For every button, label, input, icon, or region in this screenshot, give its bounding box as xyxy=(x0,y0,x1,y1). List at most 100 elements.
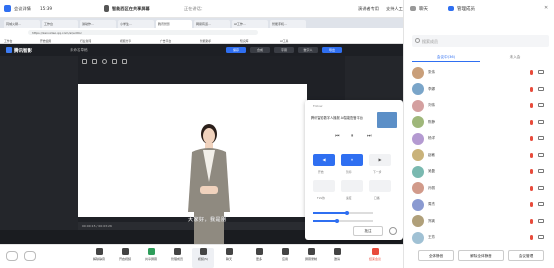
camera-icon[interactable] xyxy=(538,218,544,223)
mic-muted-icon[interactable] xyxy=(530,70,533,75)
apps-button[interactable]: 应用 xyxy=(274,248,296,268)
browser-tab[interactable]: 同城火锅… xyxy=(4,20,40,28)
tab-chat[interactable]: 聊天 xyxy=(419,6,428,12)
expand-tool-icon[interactable] xyxy=(122,59,127,64)
bookmark-item[interactable]: 知识库 xyxy=(240,39,248,43)
next-icon[interactable]: ⏭ xyxy=(367,133,372,139)
member-row[interactable]: 赵敏 xyxy=(412,147,549,164)
more-button[interactable]: 更多 xyxy=(248,248,270,268)
mute-all-button[interactable]: 全体静音 xyxy=(418,250,454,261)
browser-tab[interactable]: 网易有道… xyxy=(194,20,230,28)
member-row[interactable]: 杨洋 xyxy=(412,130,549,147)
compose-button[interactable]: 合成 xyxy=(250,47,270,53)
member-row[interactable]: 张伟 xyxy=(412,64,549,81)
camera-icon[interactable] xyxy=(538,70,544,74)
bookmark-item[interactable]: AI工具 xyxy=(280,39,288,43)
bookmark-item[interactable]: 广告平台 xyxy=(160,39,171,43)
popup-option-button[interactable] xyxy=(341,180,363,192)
digital-human-button[interactable]: 数字人 xyxy=(298,47,318,53)
member-row[interactable]: 孙丽 xyxy=(412,180,549,197)
annotate-button[interactable]: 批注 xyxy=(353,226,383,236)
member-row[interactable]: 刘伟 xyxy=(412,97,549,114)
volume-slider[interactable] xyxy=(313,210,373,215)
mic-muted-icon[interactable] xyxy=(530,202,533,207)
tab-members[interactable]: 管理成员 xyxy=(457,6,475,12)
close-icon[interactable]: ✕ xyxy=(544,5,548,11)
browser-tab[interactable]: AI工作… xyxy=(232,20,268,28)
mic-muted-icon[interactable] xyxy=(530,119,533,125)
camera-icon[interactable] xyxy=(538,169,544,173)
tab-not-joined[interactable]: 未入会 xyxy=(481,52,549,62)
camera-icon[interactable] xyxy=(538,202,544,206)
crop-tool-icon[interactable] xyxy=(92,59,97,64)
browser-tab[interactable]: 小学生… xyxy=(118,20,154,28)
pause-icon[interactable]: ⏸ xyxy=(351,133,354,139)
popup-option-button[interactable] xyxy=(313,180,335,192)
member-row[interactable]: 王芳 xyxy=(412,229,549,246)
member-row[interactable]: 周杰 xyxy=(412,196,549,213)
browser-tab[interactable]: 工作台 xyxy=(42,20,78,28)
popup-pause-button[interactable]: ⏸ xyxy=(341,154,363,166)
manage-members-button[interactable]: 管理成员 xyxy=(166,248,188,268)
unmute-all-button[interactable]: 解除全体静音 xyxy=(458,250,504,261)
end-meeting-button[interactable]: 结束会议 xyxy=(364,248,386,268)
select-tool-icon[interactable] xyxy=(82,59,87,64)
mic-muted-icon[interactable] xyxy=(530,185,533,191)
member-row[interactable]: 郑爽 xyxy=(412,213,549,230)
browser-tab[interactable]: 智能手机… xyxy=(270,20,306,28)
popup-option-button[interactable] xyxy=(369,180,391,192)
bookmark-item[interactable]: 工作台 xyxy=(4,39,12,43)
camera-icon[interactable] xyxy=(538,152,544,157)
popup-small-label: 口播 xyxy=(374,196,380,200)
member-search-input[interactable]: 搜索成员 xyxy=(412,35,549,47)
camera-device-icon[interactable] xyxy=(24,251,36,261)
meeting-logo-icon xyxy=(4,5,11,12)
bookmark-item[interactable]: 行业新闻 xyxy=(80,39,91,43)
export-button[interactable]: 导出 xyxy=(322,47,342,53)
speed-slider[interactable] xyxy=(313,218,373,223)
share-screen-button[interactable]: 共享屏幕 xyxy=(140,248,162,268)
browser-tab-active[interactable]: 腾讯智影 xyxy=(156,20,192,28)
save-button[interactable]: 保存 xyxy=(226,47,246,53)
member-row[interactable]: 吴磊 xyxy=(412,163,549,180)
record-icon xyxy=(307,248,315,255)
chat-button[interactable]: 聊天 xyxy=(218,248,240,268)
audio-device-icon[interactable] xyxy=(6,251,18,261)
bookmark-item[interactable]: 开始使用 xyxy=(40,39,51,43)
camera-icon[interactable] xyxy=(538,86,544,91)
mic-muted-icon[interactable] xyxy=(530,86,533,92)
mic-muted-icon[interactable] xyxy=(530,169,533,174)
project-name[interactable]: 未命名草稿 xyxy=(70,48,88,53)
circle-tool-icon[interactable] xyxy=(102,59,107,64)
unmute-button[interactable]: 解除静音 xyxy=(88,248,110,268)
camera-icon[interactable] xyxy=(538,103,544,107)
mic-muted-icon[interactable] xyxy=(530,218,533,224)
popup-next-button[interactable]: ▶ xyxy=(369,154,391,166)
camera-icon[interactable] xyxy=(538,235,544,239)
meeting-manage-button[interactable]: 会议管理 xyxy=(508,250,544,261)
prev-icon[interactable]: ⏮ xyxy=(335,133,340,139)
bookmark-item[interactable]: 视频分享 xyxy=(120,39,131,43)
subtitle-button[interactable]: 字幕 xyxy=(274,47,294,53)
video-layout-button[interactable]: 视频(5) xyxy=(192,248,214,268)
voice-select[interactable]: 演讲者专用 xyxy=(358,6,379,12)
start-video-button[interactable]: 开启视频 xyxy=(114,248,136,268)
address-bar[interactable]: https://zenvideo.qq.com/ai/editor xyxy=(28,30,258,35)
mic-muted-icon[interactable] xyxy=(530,136,533,141)
browser-tab[interactable]: 讲动作… xyxy=(80,20,116,28)
bookmark-item[interactable]: 智能助手 xyxy=(200,39,211,43)
pen-tool-icon[interactable] xyxy=(112,59,117,64)
camera-icon[interactable] xyxy=(538,185,544,190)
member-row[interactable]: 陈静 xyxy=(412,114,549,131)
member-row[interactable]: 李娜 xyxy=(412,81,549,98)
invite-button[interactable]: 邀请 xyxy=(326,248,348,268)
mic-muted-icon[interactable] xyxy=(530,152,533,158)
mic-muted-icon[interactable] xyxy=(530,235,533,240)
record-button[interactable]: 屏幕录制 xyxy=(300,248,322,268)
zoom-icon[interactable] xyxy=(389,227,397,235)
camera-icon[interactable] xyxy=(538,119,544,124)
camera-icon[interactable] xyxy=(538,136,544,140)
popup-start-button[interactable]: ◀ xyxy=(313,154,335,166)
tab-in-meeting[interactable]: 会议中(36) xyxy=(412,52,480,62)
mic-muted-icon[interactable] xyxy=(530,103,533,108)
